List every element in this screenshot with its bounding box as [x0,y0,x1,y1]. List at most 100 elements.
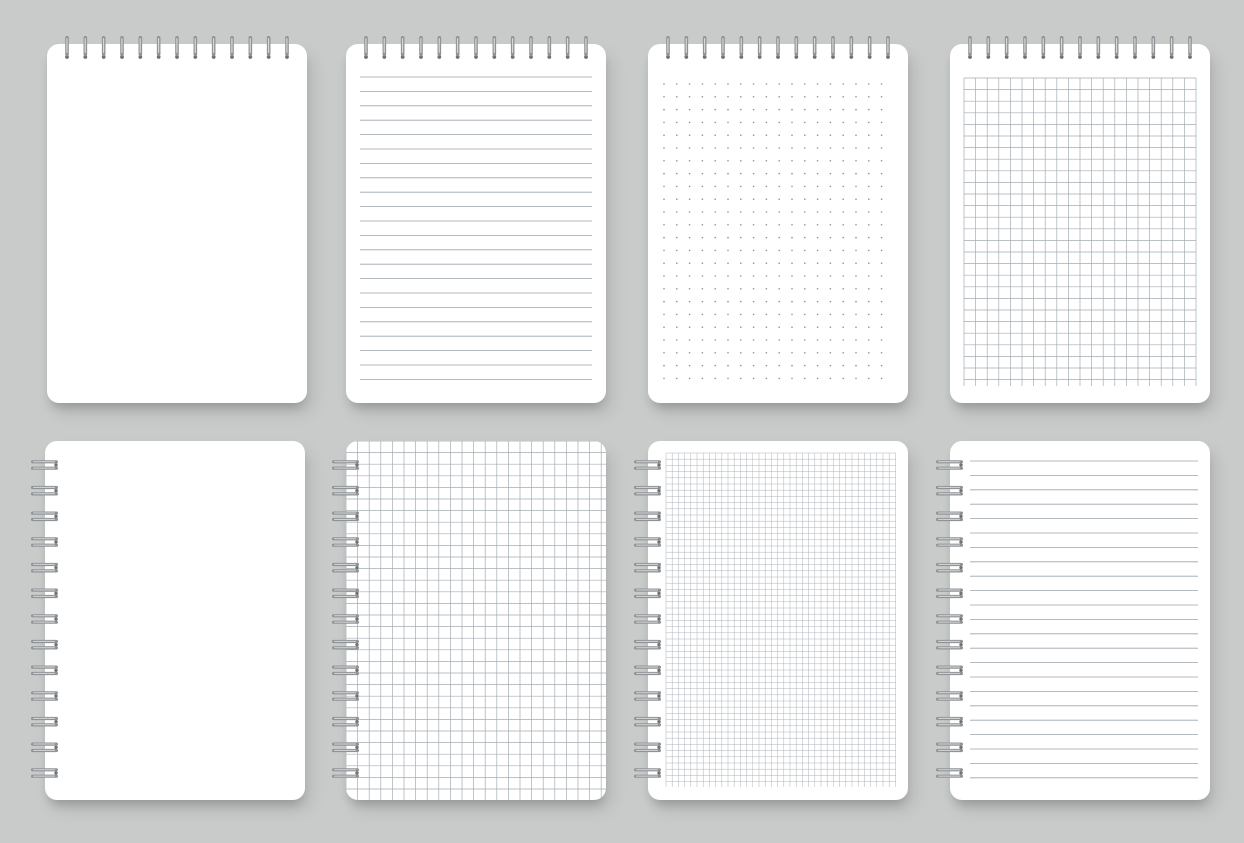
spiral-coil [31,537,58,547]
spiral-binding [65,36,289,59]
spiral-coil [65,36,69,59]
spiral-coil [634,614,661,624]
spiral-coil [455,36,460,59]
spiral-coil [634,639,661,650]
spiral-coil [83,36,88,59]
notebook-top-binding-dotted [648,36,908,403]
spiral-coil [332,460,359,470]
spiral-coil [101,36,106,59]
spiral-coil [936,511,963,522]
spiral-coil [968,36,972,59]
spiral-coil [474,36,478,59]
spiral-coil [936,614,963,624]
notebook-top-binding-blank [47,36,307,403]
spiral-coil [936,639,963,650]
spiral-binding [936,460,963,778]
spiral-coil [634,460,661,470]
spiral-coil [565,36,570,59]
spiral-coil [936,485,963,496]
spiral-coil [702,36,707,59]
spiral-coil [332,537,359,547]
spiral-coil [230,36,234,59]
spiral-coil [31,716,58,727]
spiral-coil [812,36,817,59]
spiral-coil [936,716,963,727]
notebook-top-binding-grid [950,36,1210,403]
spiral-coil [364,36,368,59]
spiral-coil [332,691,359,701]
spiral-coil [529,36,533,59]
spiral-coil [120,36,124,59]
spiral-coil [31,639,58,650]
notebook-top-binding-lined [346,36,606,403]
spiral-coil [634,562,661,573]
spiral-coil [332,485,359,496]
spiral-binding [634,460,661,778]
notebook-side-binding-grid [332,441,606,800]
spiral-coil [31,614,58,624]
spiral-coil [831,36,835,59]
spiral-coil [31,460,58,470]
spiral-coil [31,588,58,599]
spiral-coil [285,36,289,59]
spiral-coil [437,36,442,59]
spiral-coil [634,768,661,778]
spiral-coil [1059,36,1064,59]
spiral-coil [382,36,387,59]
spiral-coil [634,588,661,599]
spiral-coil [31,485,58,496]
spiral-coil [776,36,780,59]
spiral-coil [332,588,359,599]
spiral-coil [510,36,515,59]
notebook-mockup-canvas [0,0,1244,843]
spiral-coil [867,36,872,59]
spiral-coil [332,742,359,753]
spiral-coil [757,36,762,59]
spiral-coil [1114,36,1119,59]
spiral-coil [794,36,799,59]
spiral-coil [1078,36,1082,59]
spiral-coil [936,691,963,701]
spiral-coil [248,36,253,59]
spiral-binding [666,36,890,59]
spiral-coil [634,485,661,496]
spiral-coil [1151,36,1156,59]
spiral-binding [332,460,359,778]
spiral-coil [31,562,58,573]
spiral-coil [1169,36,1174,59]
spiral-coil [666,36,670,59]
spiral-coil [1004,36,1009,59]
spiral-coil [193,36,198,59]
spiral-coil [332,716,359,727]
spiral-coil [332,511,359,522]
notebook-side-binding-blank [31,441,305,800]
spiral-coil [266,36,271,59]
spiral-coil [634,537,661,547]
spiral-binding [968,36,1192,59]
spiral-coil [886,36,890,59]
spiral-coil [936,665,963,676]
spiral-coil [936,768,963,778]
spiral-coil [156,36,161,59]
spiral-coil [31,742,58,753]
notebook-side-binding-fine-grid [634,441,908,800]
spiral-coil [211,36,216,59]
spiral-coil [332,639,359,650]
spiral-coil [31,768,58,778]
spiral-coil [419,36,423,59]
spiral-coil [400,36,405,59]
spiral-binding [31,460,58,778]
spiral-coil [1023,36,1027,59]
spiral-coil [1096,36,1101,59]
spiral-coil [1041,36,1046,59]
spiral-coil [936,537,963,547]
spiral-coil [684,36,689,59]
spiral-binding [364,36,588,59]
spiral-coil [936,562,963,573]
spiral-coil [634,511,661,522]
spiral-coil [986,36,991,59]
spiral-coil [849,36,854,59]
spiral-coil [31,511,58,522]
spiral-coil [936,460,963,470]
spiral-coil [721,36,725,59]
